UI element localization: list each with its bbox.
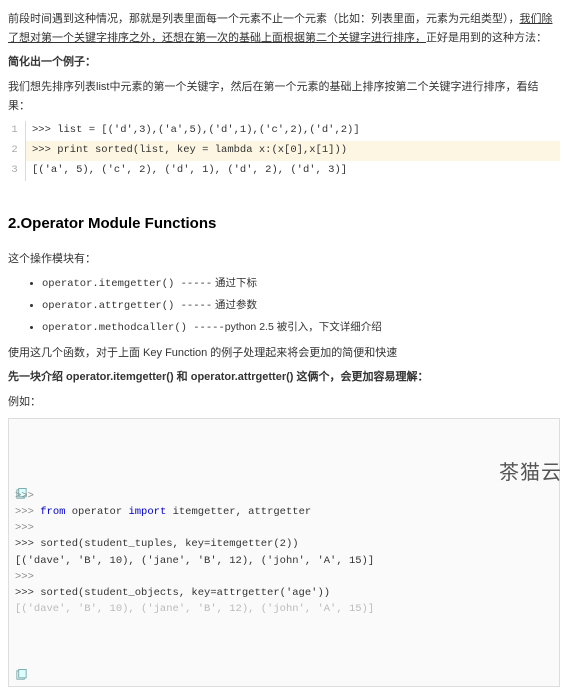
op-dash: ----- [187, 322, 225, 334]
section-2-heading: 2.Operator Module Functions [8, 211, 560, 237]
list-item: operator.itemgetter() ----- 通过下标 [42, 275, 560, 294]
list-item: operator.attrgetter() ----- 通过参数 [42, 297, 560, 316]
shell-prompt: >>> [15, 522, 34, 534]
shell-line: >>> sorted(student_objects, key=attrgett… [15, 587, 330, 599]
op-dash: ----- [174, 278, 212, 290]
code-block-1: 1 >>> list = [('d',3),('a',5),('d',1),('… [8, 121, 560, 181]
section2-p4: 例如： [8, 393, 560, 412]
shell-prompt: >>> [15, 506, 40, 518]
code-block-2: >>> >>> from operator import itemgetter,… [8, 418, 560, 688]
kw-import: import [128, 506, 166, 518]
code-line-2: >>> print sorted(list, key = lambda x:(x… [26, 141, 560, 161]
intro-1a: 前段时间遇到这种情况，那就是列表里面每一个元素不止一个元素（比如：列表里面，元素… [8, 13, 520, 25]
shell-output: [('dave', 'B', 10), ('jane', 'B', 12), (… [15, 555, 374, 567]
op-note: python 2.5 被引入，下文详细介绍 [225, 321, 382, 333]
intro-1c: 正好是用到的这种方法： [426, 32, 547, 44]
operator-list: operator.itemgetter() ----- 通过下标 operato… [8, 275, 560, 338]
list-item: operator.methodcaller() -----python 2.5 … [42, 319, 560, 338]
section2-p3: 先一块介绍 operator.itemgetter() 和 operator.a… [8, 368, 560, 387]
line-number: 2 [8, 141, 26, 161]
op-note: 通过下标 [212, 277, 257, 289]
copy-icon[interactable] [15, 637, 28, 650]
intro-paragraph-3: 我们想先排序列表list中元素的第一个关键字，然后在第一个元素的基础上排序按第二… [8, 78, 560, 115]
shell-output-dim: [('dave', 'B', 10), ('jane', 'B', 12), (… [15, 603, 374, 615]
line-number: 3 [8, 161, 26, 181]
copy-icon[interactable] [15, 455, 28, 468]
kw-from: from [40, 506, 65, 518]
op-code: operator.itemgetter() [42, 278, 174, 290]
op-dash: ----- [174, 300, 212, 312]
code-line-3: [('a', 5), ('c', 2), ('d', 1), ('d', 2),… [26, 161, 560, 181]
op-code: operator.methodcaller() [42, 322, 187, 334]
txt: operator [65, 506, 128, 518]
article-body: 前段时间遇到这种情况，那就是列表里面每一个元素不止一个元素（比如：列表里面，元素… [0, 0, 568, 699]
txt: itemgetter, attrgetter [166, 506, 311, 518]
code-line-1: >>> list = [('d',3),('a',5),('d',1),('c'… [26, 121, 560, 141]
shell-line: >>> sorted(student_tuples, key=itemgette… [15, 538, 299, 550]
line-number: 1 [8, 121, 26, 141]
intro-example-heading: 简化出一个例子： [8, 53, 560, 72]
op-note: 通过参数 [212, 299, 257, 311]
section2-p2: 使用这几个函数，对于上面 Key Function 的例子处理起来将会更加的简便… [8, 344, 560, 363]
intro-paragraph-1: 前段时间遇到这种情况，那就是列表里面每一个元素不止一个元素（比如：列表里面，元素… [8, 10, 560, 47]
op-code: operator.attrgetter() [42, 300, 174, 312]
section2-p1: 这个操作模块有： [8, 250, 560, 269]
shell-prompt: >>> [15, 571, 34, 583]
